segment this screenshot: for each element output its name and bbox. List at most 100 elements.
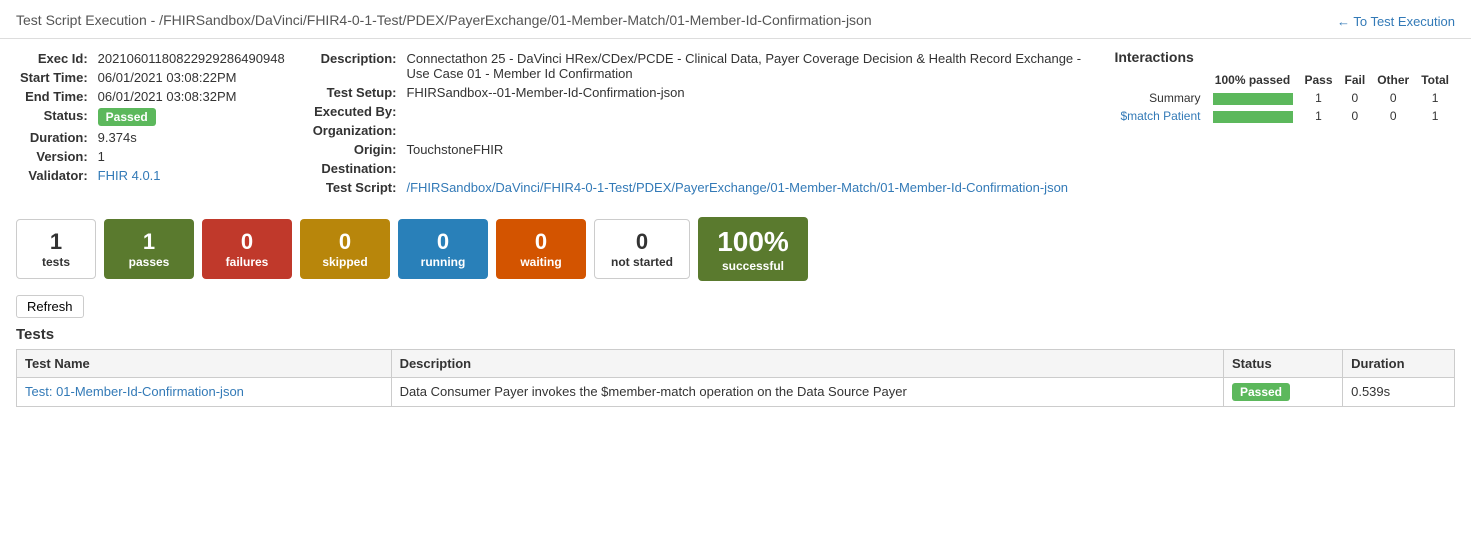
executed-by-label: Executed By: [309,102,403,121]
status-label: Status: [16,106,94,128]
stat-skipped: 0 skipped [300,219,390,279]
start-time-row: Start Time: 06/01/2021 03:08:22PM [16,68,289,87]
duration-label: Duration: [16,128,94,147]
validator-link[interactable]: FHIR 4.0.1 [98,168,161,183]
stat-waiting-label: waiting [520,255,561,269]
interactions-row-other: 0 [1371,89,1415,107]
test-name-link[interactable]: Test: 01-Member-Id-Confirmation-json [25,384,244,399]
stats-row: 1 tests 1 passes 0 failures 0 skipped 0 … [0,207,1471,291]
stat-failures: 0 failures [202,219,292,279]
stat-success-pct: 100% [717,225,789,259]
test-script-row: Test Script: /FHIRSandbox/DaVinci/FHIR4-… [309,178,1095,197]
exec-id-row: Exec Id: 20210601180822929286490948 [16,49,289,68]
tests-col-description: Description [391,349,1223,377]
version-label: Version: [16,147,94,166]
stat-waiting: 0 waiting [496,219,586,279]
interactions-col-pass: Pass [1299,71,1339,89]
tests-table: Test Name Description Status Duration Te… [16,349,1455,407]
interactions-row-label: Summary [1114,89,1206,107]
interactions-col-total: Total [1415,71,1455,89]
interactions-col-name [1114,71,1206,89]
stat-not-started-num: 0 [636,229,648,255]
test-description: Data Consumer Payer invokes the $member-… [391,377,1223,406]
stat-failures-label: failures [226,255,269,269]
tests-table-header: Test Name Description Status Duration [17,349,1455,377]
stat-tests-label: tests [42,255,70,269]
tests-section: Tests Test Name Description Status Durat… [0,326,1471,423]
description-value: Connectathon 25 - DaVinci HRex/CDex/PCDE… [402,49,1094,83]
interactions-col-other: Other [1371,71,1415,89]
stat-running-label: running [421,255,466,269]
stat-success: 100% successful [698,217,808,281]
meta-left: Exec Id: 20210601180822929286490948 Star… [16,49,289,197]
stat-tests: 1 tests [16,219,96,279]
main-content: Exec Id: 20210601180822929286490948 Star… [0,39,1471,207]
description-row: Description: Connectathon 25 - DaVinci H… [309,49,1095,83]
end-time-value: 06/01/2021 03:08:32PM [94,87,289,106]
stat-passes: 1 passes [104,219,194,279]
stat-passes-num: 1 [143,229,155,255]
patient-link[interactable]: Patient [1160,109,1201,123]
duration-value: 9.374s [94,128,289,147]
meta-middle: Description: Connectathon 25 - DaVinci H… [309,49,1095,197]
title-text: Test Script Execution [16,12,147,28]
interactions-col-fail: Fail [1339,71,1372,89]
interactions-col-pct: 100% passed [1207,71,1299,89]
interactions-progress-cell [1207,107,1299,125]
version-row: Version: 1 [16,147,289,166]
refresh-button[interactable]: Refresh [16,295,84,318]
test-duration: 0.539s [1343,377,1455,406]
test-script-link[interactable]: /FHIRSandbox/DaVinci/FHIR4-0-1-Test/PDEX… [406,180,1068,195]
tests-section-title: Tests [16,326,1455,343]
organization-row: Organization: [309,121,1095,140]
origin-label: Origin: [309,140,403,159]
status-row: Status: Passed [16,106,289,128]
interactions-row-pass: 1 [1299,89,1339,107]
interactions-title: Interactions [1114,49,1455,65]
origin-value: TouchstoneFHIR [402,140,1094,159]
validator-row: Validator: FHIR 4.0.1 [16,166,289,185]
interactions-panel: Interactions 100% passed Pass Fail Other… [1114,49,1455,197]
interactions-progress-cell [1207,89,1299,107]
status-badge: Passed [98,108,156,126]
stat-tests-num: 1 [50,229,62,255]
stat-passes-label: passes [129,255,170,269]
progress-bar-container [1213,111,1293,123]
page-header: Test Script Execution - /FHIRSandbox/DaV… [0,0,1471,39]
tests-col-name: Test Name [17,349,392,377]
stat-not-started-label: not started [611,255,673,269]
table-row: Test: 01-Member-Id-Confirmation-json Data… [17,377,1455,406]
organization-value [402,121,1094,140]
tests-col-duration: Duration [1343,349,1455,377]
interactions-row-fail: 0 [1339,89,1372,107]
interactions-row-fail: 0 [1339,107,1372,125]
refresh-area: Refresh [0,291,1471,326]
destination-row: Destination: [309,159,1095,178]
destination-value [402,159,1094,178]
title-subtitle: - /FHIRSandbox/DaVinci/FHIR4-0-1-Test/PD… [147,12,872,28]
page-title-main: Test Script Execution - /FHIRSandbox/DaV… [16,12,872,29]
start-time-label: Start Time: [16,68,94,87]
stat-waiting-num: 0 [535,229,547,255]
page-title: Test Script Execution - /FHIRSandbox/DaV… [16,12,872,30]
exec-id-value: 20210601180822929286490948 [94,49,289,68]
progress-bar-fill [1213,111,1293,123]
version-value: 1 [94,147,289,166]
to-test-execution-link[interactable]: To Test Execution [1337,14,1455,29]
status-badge: Passed [1232,383,1290,401]
duration-row: Duration: 9.374s [16,128,289,147]
stat-not-started: 0 not started [594,219,690,279]
stat-success-label: successful [722,259,784,273]
interactions-table: 100% passed Pass Fail Other Total Summar… [1114,71,1455,125]
origin-row: Origin: TouchstoneFHIR [309,140,1095,159]
interactions-row-other: 0 [1371,107,1415,125]
test-setup-value: FHIRSandbox--01-Member-Id-Confirmation-j… [402,83,1094,102]
end-time-row: End Time: 06/01/2021 03:08:32PM [16,87,289,106]
stat-running-num: 0 [437,229,449,255]
interactions-row-total: 1 [1415,107,1455,125]
interactions-row-total: 1 [1415,89,1455,107]
match-link[interactable]: $match [1120,109,1159,123]
stat-skipped-label: skipped [322,255,367,269]
stat-skipped-num: 0 [339,229,351,255]
description-label: Description: [309,49,403,83]
